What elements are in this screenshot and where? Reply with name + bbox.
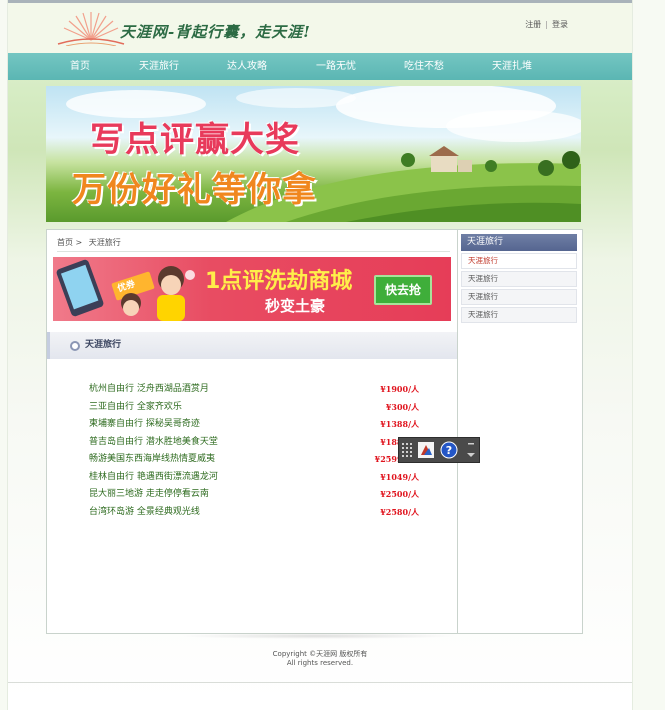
floating-toolbar: ? bbox=[398, 437, 480, 463]
footer-shadow bbox=[178, 633, 458, 639]
rights-text: All rights reserved. bbox=[286, 659, 354, 667]
header: 天涯网-背起行囊，走天涯! 注册 | 登录 bbox=[8, 3, 632, 53]
trip-item[interactable]: 三亚自由行 全家齐欢乐 ¥300/人 bbox=[89, 399, 419, 417]
trip-price: ¥1049/人 bbox=[380, 471, 419, 482]
main-content: 首页 > 天涯旅行 优券 1点评洗劫商城 秒变土豪 快去抢 天涯旅行 杭州自由行… bbox=[46, 229, 583, 634]
site-slogan: 天涯网-背起行囊，走天涯! bbox=[120, 23, 311, 41]
trip-item[interactable]: 杭州自由行 泛舟西湖品酒赏月 ¥1900/人 bbox=[89, 381, 419, 399]
trip-price: ¥2580/人 bbox=[380, 506, 419, 517]
nav-item-home[interactable]: 首页 bbox=[70, 53, 90, 80]
trip-name[interactable]: 昆大丽三地游 走走停停看云南 bbox=[89, 489, 209, 499]
trip-name[interactable]: 三亚自由行 全家齐欢乐 bbox=[89, 402, 182, 412]
trip-price: ¥300/人 bbox=[385, 401, 419, 412]
promo-headline: 1点评洗劫商城 bbox=[205, 269, 353, 294]
trip-item[interactable]: 台湾环岛游 全景经典观光线 ¥2580/人 bbox=[89, 504, 419, 522]
login-link[interactable]: 登录 bbox=[552, 20, 568, 29]
toolbar-icons: ? bbox=[402, 441, 475, 459]
copyright-text: Copyright ©天涯网 版权所有 bbox=[272, 650, 368, 658]
sidebar-item[interactable]: 天涯旅行 bbox=[461, 253, 577, 269]
hero-banner[interactable]: 写点评赢大奖 万份好礼等你拿 bbox=[46, 86, 581, 222]
trip-price: ¥1900/人 bbox=[380, 384, 419, 394]
breadcrumb-separator: > bbox=[75, 238, 83, 247]
promo-subline: 秒变土豪 bbox=[265, 297, 326, 315]
sidebar-item[interactable]: 天涯旅行 bbox=[461, 307, 577, 323]
sidebar-item[interactable]: 天涯旅行 bbox=[461, 289, 577, 305]
user-links: 注册 | 登录 bbox=[525, 20, 568, 29]
bullet-circle-icon bbox=[70, 341, 80, 351]
trip-item[interactable]: 柬埔寨自由行 探秘吴哥奇迹 ¥1388/人 bbox=[89, 416, 419, 434]
trip-price: ¥2500/人 bbox=[380, 489, 419, 499]
nav-item-gathering[interactable]: 天涯扎堆 bbox=[492, 53, 532, 80]
nav-item-guides[interactable]: 达人攻略 bbox=[227, 53, 267, 80]
trip-list: 杭州自由行 泛舟西湖品酒赏月 ¥1900/人 三亚自由行 全家齐欢乐 ¥300/人 … bbox=[89, 381, 419, 521]
breadcrumb: 首页 > 天涯旅行 bbox=[57, 234, 450, 252]
trip-name[interactable]: 桂林自由行 艳遇西街漂流遇龙河 bbox=[89, 472, 218, 482]
trip-name[interactable]: 畅游美国东西海岸线热情夏威夷 bbox=[89, 454, 215, 464]
content-left-column: 首页 > 天涯旅行 优券 1点评洗劫商城 秒变土豪 快去抢 天涯旅行 杭州自由行… bbox=[47, 230, 458, 633]
banner-headline-1: 写点评赢大奖 bbox=[90, 120, 300, 160]
trip-item[interactable]: 畅游美国东西海岸线热情夏威夷 ¥25999/人 bbox=[89, 451, 419, 469]
trip-item[interactable]: 昆大丽三地游 走走停停看云南 ¥2500/人 bbox=[89, 486, 419, 504]
sidebar-item[interactable]: 天涯旅行 bbox=[461, 271, 577, 287]
trip-name[interactable]: 柬埔寨自由行 探秘吴哥奇迹 bbox=[89, 419, 200, 429]
nav-item-food-lodging[interactable]: 吃住不愁 bbox=[404, 53, 444, 80]
promo-banner[interactable]: 优券 1点评洗劫商城 秒变土豪 快去抢 bbox=[53, 257, 451, 321]
main-nav: 首页 天涯旅行 达人攻略 一路无忧 吃住不愁 天涯扎堆 bbox=[8, 53, 632, 80]
bottom-divider bbox=[8, 682, 632, 683]
sidebar-title: 天涯旅行 bbox=[461, 234, 577, 251]
trip-name[interactable]: 普吉岛自由行 潜水胜地美食天堂 bbox=[89, 437, 218, 447]
breadcrumb-home[interactable]: 首页 bbox=[57, 238, 73, 247]
sidebar: 天涯旅行 天涯旅行 天涯旅行 天涯旅行 天涯旅行 bbox=[461, 234, 577, 323]
promo-grab-button[interactable]: 快去抢 bbox=[374, 275, 432, 305]
trip-item[interactable]: 桂林自由行 艳遇西街漂流遇龙河 ¥1049/人 bbox=[89, 469, 419, 487]
page: 天涯网-背起行囊，走天涯! 注册 | 登录 首页 天涯旅行 达人攻略 一路无忧 吃住… bbox=[8, 0, 632, 710]
trip-name[interactable]: 台湾环岛游 全景经典观光线 bbox=[89, 507, 200, 517]
trip-name[interactable]: 杭州自由行 泛舟西湖品酒赏月 bbox=[89, 384, 209, 394]
nav-item-travel[interactable]: 天涯旅行 bbox=[139, 53, 179, 80]
banner-headline-2: 万份好礼等你拿 bbox=[72, 170, 317, 210]
sun-logo-icon bbox=[57, 12, 125, 46]
trip-price: ¥1388/人 bbox=[380, 419, 419, 429]
section-header: 天涯旅行 bbox=[47, 332, 457, 359]
footer: Copyright ©天涯网 版权所有 All rights reserved. bbox=[8, 650, 632, 668]
register-link[interactable]: 注册 bbox=[525, 20, 541, 29]
nav-item-worry-free[interactable]: 一路无忧 bbox=[316, 53, 356, 80]
section-title: 天涯旅行 bbox=[85, 340, 122, 350]
svg-text:?: ? bbox=[446, 444, 452, 457]
breadcrumb-current: 天涯旅行 bbox=[88, 238, 121, 247]
trip-item[interactable]: 普吉岛自由行 潜水胜地美食天堂¥1888/人 bbox=[89, 434, 419, 452]
